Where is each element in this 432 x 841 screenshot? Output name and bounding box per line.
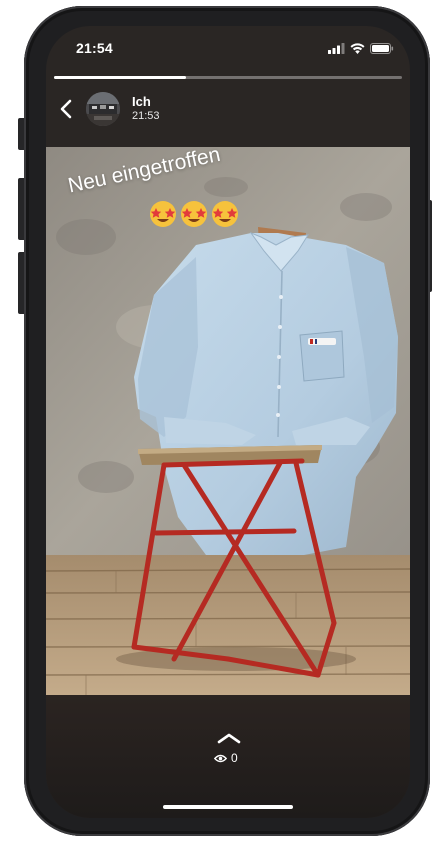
story-photo: Neu eingetroffen [46, 147, 410, 695]
wifi-icon [350, 42, 365, 54]
chevron-left-icon [60, 99, 72, 119]
chevron-up-icon [217, 733, 241, 744]
story-progress-fill [54, 76, 187, 79]
star-struck-emoji-icon [150, 201, 176, 227]
story-screen[interactable]: 21:54 Ich 21:53 Neu eingetroffen 0 [46, 26, 410, 818]
viewer-count[interactable]: 0 [214, 751, 238, 765]
shirt-on-chair-photo [46, 147, 410, 695]
signal-icon [328, 42, 345, 54]
status-bar: 21:54 [46, 26, 410, 70]
battery-icon [370, 42, 394, 54]
eye-icon [214, 754, 227, 762]
story-progress-bar [54, 76, 402, 79]
avatar[interactable] [86, 92, 120, 126]
star-struck-emoji-icon [212, 201, 238, 227]
home-indicator[interactable] [163, 805, 293, 809]
avatar-image [86, 92, 120, 126]
back-button[interactable] [56, 94, 76, 124]
status-time: 21:54 [76, 40, 113, 56]
device-frame: 21:54 Ich 21:53 Neu eingetroffen 0 [0, 0, 432, 841]
viewer-count-value: 0 [231, 751, 238, 765]
status-icons [328, 42, 394, 54]
swipe-up-button[interactable] [217, 731, 241, 744]
star-struck-emoji-icon [181, 201, 207, 227]
story-header: Ich 21:53 [46, 88, 410, 132]
post-time: 21:53 [132, 110, 160, 122]
star-struck-emoji-sticker [148, 199, 240, 229]
story-footer: 0 [46, 695, 410, 818]
username[interactable]: Ich [132, 94, 151, 109]
